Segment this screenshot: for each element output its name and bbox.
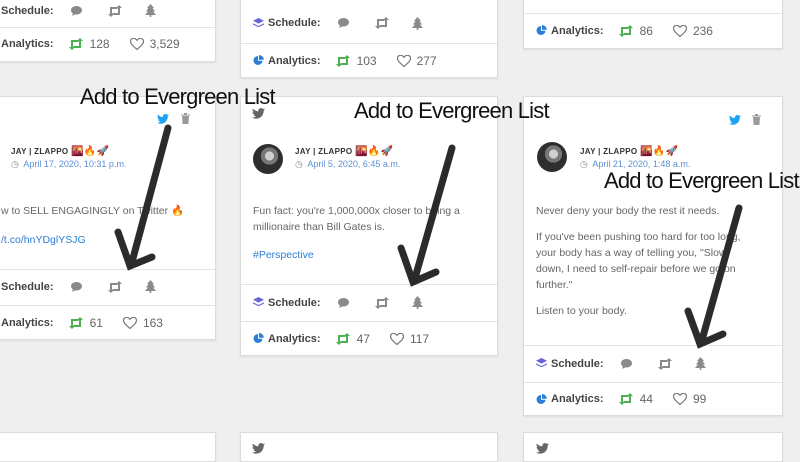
- comment-icon[interactable]: [337, 17, 350, 29]
- comment-icon[interactable]: [337, 297, 350, 309]
- retweet-icon[interactable]: [657, 357, 673, 370]
- annotation-label-1: Add to Evergreen List: [80, 84, 276, 109]
- heart-icon: [389, 332, 404, 345]
- twitter-icon[interactable]: [729, 115, 741, 125]
- heart-icon: [122, 316, 137, 329]
- analytics-label: Analytics:: [1, 316, 54, 329]
- tweet-card-bottom-left: [0, 432, 216, 462]
- pie-chart-icon: [536, 393, 547, 405]
- analytics-label: Analytics:: [268, 332, 321, 345]
- retweet-icon: [618, 393, 633, 405]
- tweet-card-top-middle: Schedule: Analytics: 103 277: [240, 0, 498, 78]
- tweet-card-middle: JAY | ZLAPPO 🌇🔥🚀 ◷ April 5, 2020, 6:45 a…: [240, 96, 498, 356]
- retweet-count: 44: [618, 392, 653, 406]
- heart-icon: [396, 54, 411, 67]
- annotation-label-2: Add to Evergreen List: [354, 98, 550, 123]
- layers-icon: [253, 17, 264, 29]
- twitter-icon[interactable]: [252, 443, 265, 454]
- analytics-label: Analytics:: [1, 37, 54, 50]
- retweet-icon[interactable]: [107, 4, 123, 17]
- trash-icon[interactable]: [752, 114, 761, 125]
- tree-icon[interactable]: [411, 16, 423, 30]
- author-name[interactable]: JAY | ZLAPPO 🌇🔥🚀: [295, 146, 393, 157]
- tree-icon[interactable]: [144, 280, 156, 293]
- like-count: 277: [396, 54, 437, 68]
- tweet-card-top-left: Schedule: Analytics: 128 3,529: [0, 0, 216, 62]
- schedule-label: Schedule:: [268, 17, 321, 29]
- avatar[interactable]: [253, 144, 283, 174]
- schedule-label: Schedule:: [268, 296, 321, 309]
- schedule-label: Schedule:: [1, 280, 54, 293]
- avatar[interactable]: [537, 142, 567, 172]
- analytics-label: Analytics:: [551, 393, 604, 405]
- tweet-link[interactable]: /t.co/hnYDglYSJG: [1, 232, 86, 248]
- retweet-count: 47: [335, 332, 370, 346]
- schedule-label: Schedule:: [1, 4, 54, 17]
- pie-chart-icon: [536, 25, 547, 36]
- tweet-date[interactable]: ◷ April 17, 2020, 10:31 p.m.: [11, 159, 126, 170]
- twitter-icon[interactable]: [536, 443, 549, 454]
- like-count: 3,529: [129, 37, 180, 51]
- retweet-icon: [68, 316, 83, 329]
- tree-icon[interactable]: [694, 357, 706, 370]
- tweet-text: Never deny your body the rest it needs. …: [536, 205, 741, 317]
- tweet-card-left: JAY | ZLAPPO 🌇🔥🚀 ◷ April 17, 2020, 10:31…: [0, 96, 216, 340]
- analytics-label: Analytics:: [268, 54, 321, 67]
- retweet-count: 103: [335, 54, 377, 68]
- pie-chart-icon: [253, 55, 264, 66]
- retweet-icon: [335, 332, 350, 345]
- tweet-card-right: JAY | ZLAPPO 🌇🔥🚀 ◷ April 21, 2020, 1:48 …: [523, 96, 783, 416]
- retweet-icon: [68, 37, 83, 50]
- retweet-count: 61: [68, 316, 103, 330]
- like-count: 236: [672, 24, 713, 38]
- heart-icon: [672, 24, 687, 37]
- twitter-icon[interactable]: [157, 114, 169, 124]
- clock-icon: ◷: [295, 159, 303, 169]
- schedule-label: Schedule:: [551, 357, 604, 370]
- clock-icon: ◷: [580, 159, 588, 169]
- analytics-label: Analytics:: [551, 24, 604, 37]
- author-name[interactable]: JAY | ZLAPPO 🌇🔥🚀: [580, 146, 678, 157]
- tweet-card-top-right: Analytics: 86 236: [523, 0, 783, 49]
- tweet-hashtag[interactable]: #Perspective: [253, 247, 314, 263]
- retweet-icon: [618, 24, 633, 37]
- heart-icon: [129, 37, 144, 50]
- retweet-icon[interactable]: [107, 280, 123, 293]
- retweet-count: 128: [68, 37, 110, 51]
- pie-chart-icon: [253, 333, 264, 344]
- like-count: 99: [672, 392, 706, 406]
- annotation-label-3: Add to Evergreen List: [604, 168, 800, 193]
- retweet-icon[interactable]: [374, 17, 390, 29]
- tweet-card-bottom-right: [523, 432, 783, 462]
- like-count: 163: [122, 316, 163, 330]
- retweet-count: 86: [618, 24, 653, 38]
- clock-icon: ◷: [11, 159, 19, 169]
- author-name[interactable]: JAY | ZLAPPO 🌇🔥🚀: [11, 146, 109, 157]
- like-count: 117: [389, 332, 429, 346]
- tweet-text: Fun fact: you're 1,000,000x closer to be…: [253, 205, 460, 233]
- tweet-date[interactable]: ◷ April 5, 2020, 6:45 a.m.: [295, 159, 400, 170]
- retweet-icon: [335, 54, 350, 67]
- heart-icon: [672, 393, 687, 405]
- tweet-card-bottom-middle: [240, 432, 498, 462]
- comment-icon[interactable]: [70, 281, 83, 293]
- layers-icon: [253, 297, 264, 308]
- tree-icon[interactable]: [144, 4, 156, 17]
- layers-icon: [536, 358, 547, 369]
- tree-icon[interactable]: [411, 296, 423, 309]
- retweet-icon[interactable]: [374, 296, 390, 309]
- trash-icon[interactable]: [181, 113, 190, 124]
- tweet-text: w to SELL ENGAGINGLY on Twitter 🔥: [1, 205, 185, 217]
- comment-icon[interactable]: [70, 5, 83, 17]
- comment-icon[interactable]: [620, 358, 633, 370]
